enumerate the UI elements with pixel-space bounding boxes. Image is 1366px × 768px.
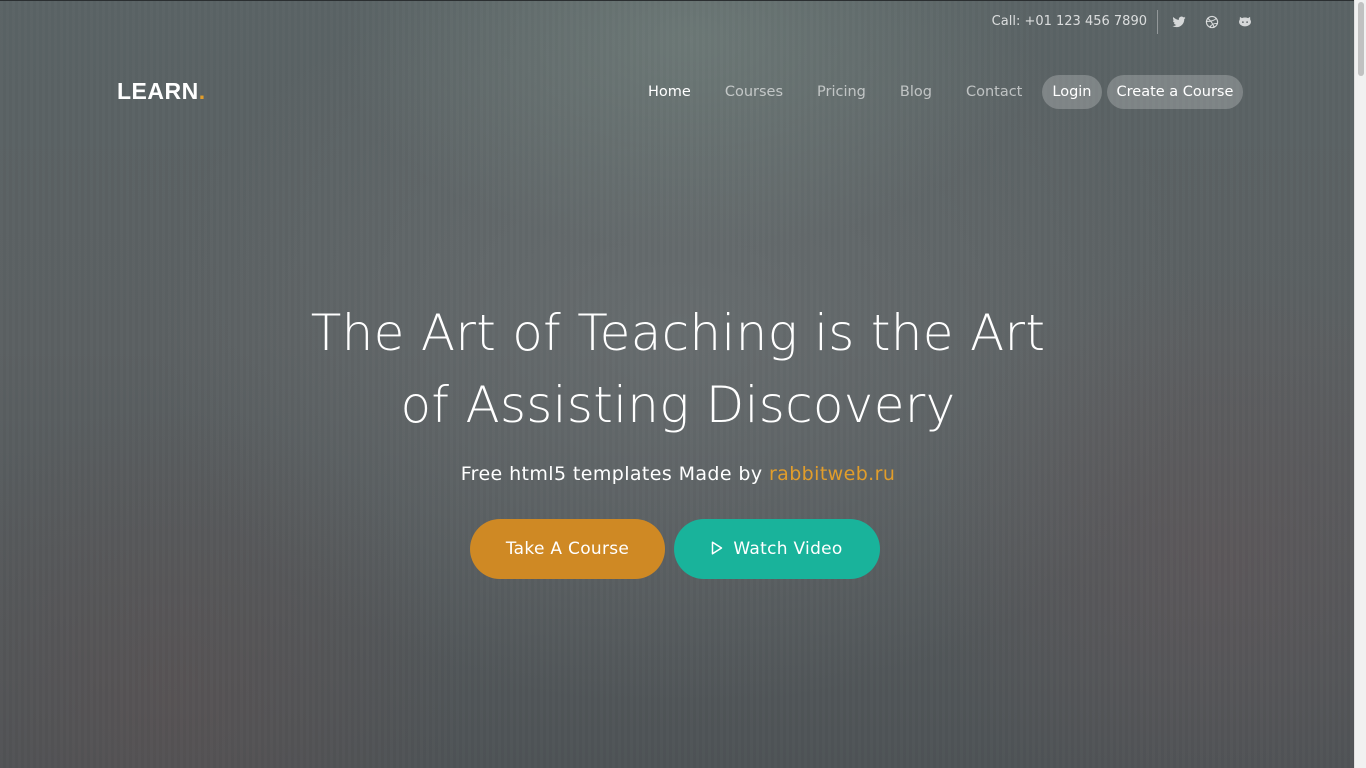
github-icon[interactable] xyxy=(1238,15,1252,29)
hero-subtitle-text: Free html5 templates Made by xyxy=(460,463,769,485)
hero-title: The Art of Teaching is the Art of Assist… xyxy=(200,297,1156,441)
take-course-label: Take A Course xyxy=(505,539,630,559)
watch-video-button[interactable]: Watch Video xyxy=(674,519,880,579)
social-links xyxy=(1172,15,1252,29)
nav-contact[interactable]: Contact xyxy=(949,75,1039,109)
main-nav: Home Courses Pricing Blog Contact Login … xyxy=(631,75,1244,109)
scrollbar-thumb[interactable] xyxy=(1358,2,1364,76)
watch-video-label: Watch Video xyxy=(733,539,843,559)
page-scrollbar[interactable] xyxy=(1354,0,1366,768)
twitter-icon[interactable] xyxy=(1172,15,1186,29)
play-icon xyxy=(711,541,723,555)
hero-subtitle: Free html5 templates Made by rabbitweb.r… xyxy=(283,460,1073,488)
take-course-button[interactable]: Take A Course xyxy=(470,519,665,579)
landing-page: Call: +01 123 456 7890 LEARN. Home Cours… xyxy=(0,0,1366,768)
login-button[interactable]: Login xyxy=(1042,75,1102,109)
create-course-button[interactable]: Create a Course xyxy=(1106,75,1244,109)
rabbitweb-link[interactable]: rabbitweb.ru xyxy=(769,463,895,485)
top-bar: Call: +01 123 456 7890 xyxy=(992,10,1252,34)
hero-title-line-2: of Assisting Discovery xyxy=(400,376,956,434)
site-logo[interactable]: LEARN. xyxy=(117,77,206,105)
top-border xyxy=(0,0,1354,1)
dribbble-icon[interactable] xyxy=(1205,15,1219,29)
nav-courses[interactable]: Courses xyxy=(708,75,800,109)
nav-home[interactable]: Home xyxy=(631,75,708,109)
nav-pricing[interactable]: Pricing xyxy=(800,75,883,109)
divider xyxy=(1157,10,1158,34)
hero-title-line-1: The Art of Teaching is the Art xyxy=(310,304,1046,362)
logo-text: LEARN xyxy=(117,78,199,104)
logo-dot: . xyxy=(198,78,206,104)
phone-number: Call: +01 123 456 7890 xyxy=(991,14,1147,29)
nav-blog[interactable]: Blog xyxy=(883,75,949,109)
